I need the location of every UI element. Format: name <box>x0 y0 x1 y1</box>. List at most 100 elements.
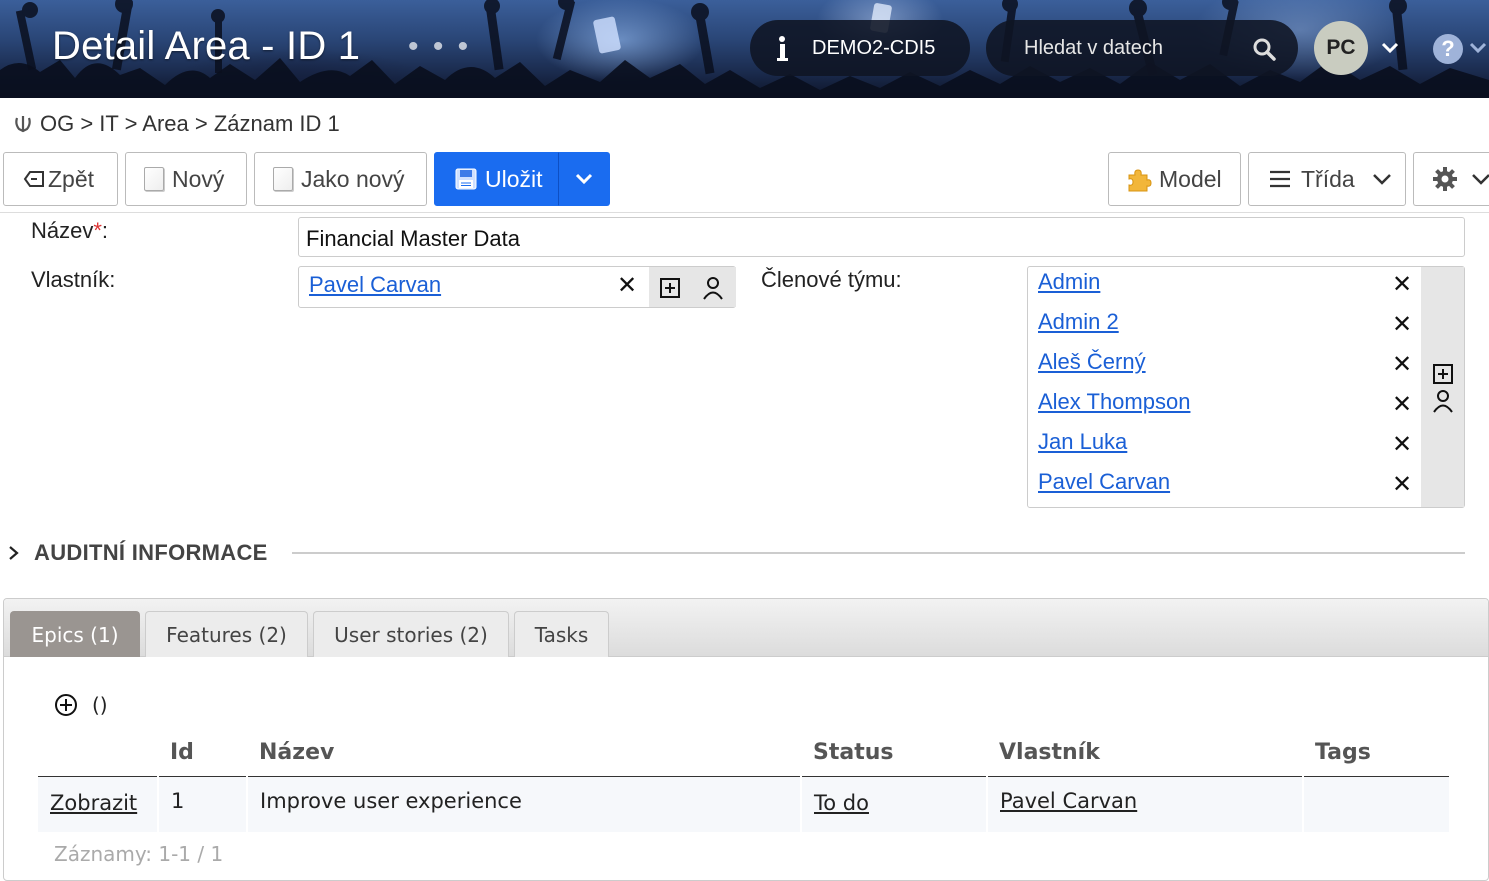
org-tree-icon[interactable] <box>12 113 34 135</box>
menu-icon <box>1270 170 1290 188</box>
save-button[interactable]: Uložit <box>434 152 558 206</box>
save-label: Uložit <box>485 165 543 192</box>
row-tags <box>1303 776 1451 832</box>
row-name: Improve user experience <box>247 776 802 832</box>
team-tools <box>1421 267 1464 507</box>
filter-parens[interactable]: () <box>92 693 108 717</box>
gear-icon <box>1433 167 1457 191</box>
team-label: Členové týmu: <box>761 267 902 292</box>
new-button[interactable]: Nový <box>125 152 247 206</box>
help-icon[interactable]: ? <box>1433 34 1463 64</box>
column-header-action <box>38 730 158 777</box>
tab-bar: Epics (1) Features (2) User stories (2) … <box>4 599 1488 657</box>
info-icon <box>776 35 788 61</box>
user-avatar[interactable]: PC <box>1314 21 1368 75</box>
owner-link[interactable]: Pavel Carvan <box>309 272 441 298</box>
records-count: Záznamy: 1-1 / 1 <box>54 842 224 866</box>
tab-features[interactable]: Features (2) <box>145 611 308 657</box>
new-label: Nový <box>172 165 225 192</box>
team-member-link[interactable]: Admin <box>1038 269 1100 295</box>
class-label: Třída <box>1301 165 1355 192</box>
owner-label: Vlastník: <box>31 267 116 292</box>
team-member-link[interactable]: Jan Luka <box>1038 429 1127 455</box>
remove-member-icon[interactable]: ✕ <box>1392 353 1412 377</box>
remove-member-icon[interactable]: ✕ <box>1392 393 1412 417</box>
tab-epics[interactable]: Epics (1) <box>10 611 140 657</box>
search-icon[interactable] <box>1252 37 1276 61</box>
row-action-cell: Zobrazit <box>38 776 159 832</box>
team-member-link[interactable]: Aleš Černý <box>1038 349 1146 375</box>
add-circle-icon[interactable] <box>54 693 78 717</box>
settings-dropdown-button[interactable] <box>1413 152 1489 206</box>
search-input[interactable]: Hledat v datech <box>986 20 1298 76</box>
copy-as-new-button[interactable]: Jako nový <box>254 152 427 206</box>
new-document-icon <box>144 167 164 191</box>
breadcrumb-path[interactable]: OG > IT > Area > Záznam ID 1 <box>40 111 340 137</box>
model-label: Model <box>1159 165 1222 192</box>
more-options-icon[interactable]: • • • <box>408 30 471 64</box>
user-menu-chevron-icon[interactable] <box>1380 38 1400 58</box>
team-member-link[interactable]: Alex Thompson <box>1038 389 1190 415</box>
puzzle-icon <box>1128 169 1152 192</box>
status-link[interactable]: To do <box>814 791 869 815</box>
chevron-right-icon <box>9 546 19 560</box>
search-placeholder: Hledat v datech <box>1024 36 1163 59</box>
user-icon[interactable] <box>702 276 724 300</box>
table-header-row: Id Název Status Vlastník Tags <box>38 730 1450 777</box>
help-menu-chevron-icon[interactable] <box>1468 38 1488 58</box>
show-record-link[interactable]: Zobrazit <box>50 791 137 815</box>
column-header-owner[interactable]: Vlastník <box>987 730 1303 777</box>
owner-link[interactable]: Pavel Carvan <box>1000 789 1137 813</box>
chevron-down-icon <box>1372 174 1391 185</box>
floppy-disk-icon <box>455 168 477 190</box>
database-indicator[interactable]: DEMO2-CDI5 <box>750 20 970 76</box>
owner-tools <box>649 267 736 307</box>
row-id: 1 <box>158 776 248 832</box>
class-dropdown-button[interactable]: Třída <box>1248 152 1406 206</box>
name-label: Název <box>31 218 94 243</box>
add-box-icon[interactable] <box>659 277 681 299</box>
column-header-tags[interactable]: Tags <box>1303 730 1450 777</box>
app-header: Detail Area - ID 1 • • • DEMO2-CDI5 Hled… <box>0 0 1489 98</box>
remove-member-icon[interactable]: ✕ <box>1392 433 1412 457</box>
name-field[interactable]: Financial Master Data <box>298 217 1465 257</box>
model-button[interactable]: Model <box>1108 152 1241 206</box>
toolbar-divider <box>0 212 1489 213</box>
page-title: Detail Area - ID 1 <box>52 24 361 68</box>
copy-document-icon <box>273 167 293 191</box>
tab-tasks[interactable]: Tasks <box>514 611 609 657</box>
remove-member-icon[interactable]: ✕ <box>1392 273 1412 297</box>
audit-label: AUDITNÍ INFORMACE <box>34 540 268 565</box>
breadcrumb: OG > IT > Area > Záznam ID 1 <box>12 111 340 137</box>
table-row: Zobrazit 1 Improve user experience To do… <box>38 776 1451 832</box>
chevron-down-icon <box>575 173 593 185</box>
add-box-icon[interactable] <box>1432 363 1454 385</box>
add-record-row: () <box>54 693 108 717</box>
back-label: Zpět <box>48 165 95 192</box>
audit-divider <box>292 552 1465 554</box>
audit-section-toggle[interactable]: AUDITNÍ INFORMACE <box>8 540 268 566</box>
column-header-status[interactable]: Status <box>801 730 987 777</box>
user-icon[interactable] <box>1432 389 1454 413</box>
row-status-cell: To do <box>801 776 988 832</box>
epics-table: Id Název Status Vlastník Tags Zobrazit 1… <box>38 730 1451 832</box>
name-label-wrap: Název*: <box>31 218 108 244</box>
back-button[interactable]: Zpět <box>3 152 118 206</box>
remove-member-icon[interactable]: ✕ <box>1392 313 1412 337</box>
remove-member-icon[interactable]: ✕ <box>1392 473 1412 497</box>
name-label-colon: : <box>101 218 109 243</box>
database-name: DEMO2-CDI5 <box>812 36 936 59</box>
owner-field[interactable]: Pavel Carvan ✕ <box>298 266 736 308</box>
team-members-field[interactable]: Admin ✕ Admin 2 ✕ Aleš Černý ✕ Alex Thom… <box>1027 266 1465 508</box>
row-owner-cell: Pavel Carvan <box>987 776 1304 832</box>
team-member-link[interactable]: Pavel Carvan <box>1038 469 1170 495</box>
team-member-link[interactable]: Admin 2 <box>1038 309 1119 335</box>
remove-owner-icon[interactable]: ✕ <box>617 274 637 298</box>
save-options-dropdown[interactable] <box>558 152 610 206</box>
column-header-name[interactable]: Název <box>247 730 801 777</box>
copy-label: Jako nový <box>301 165 405 192</box>
column-header-id[interactable]: Id <box>158 730 247 777</box>
chevron-down-icon <box>1472 174 1489 185</box>
required-mark: * <box>93 218 102 243</box>
tab-user-stories[interactable]: User stories (2) <box>313 611 509 657</box>
